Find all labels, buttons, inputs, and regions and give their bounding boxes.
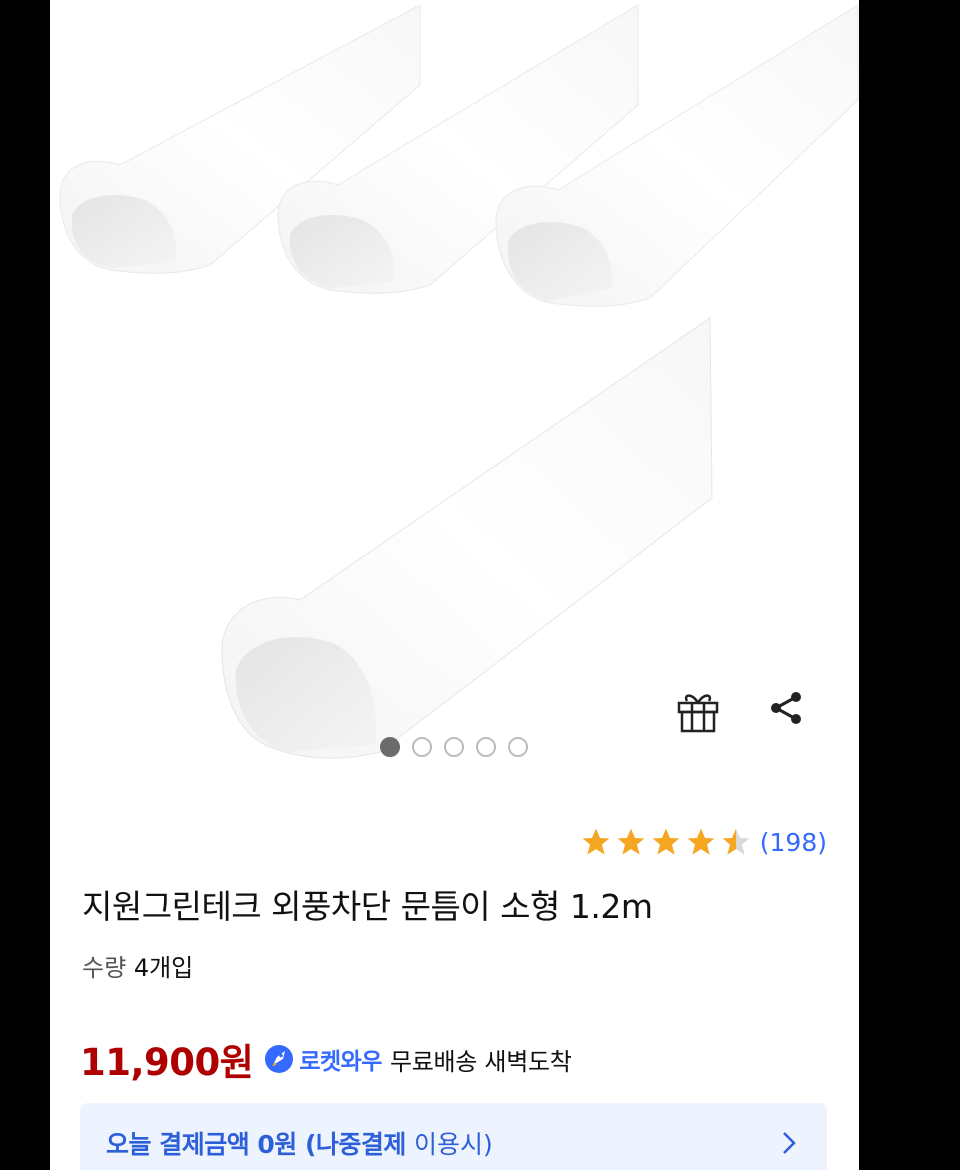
carousel-dot[interactable] bbox=[380, 737, 400, 757]
carousel-dot[interactable] bbox=[508, 737, 528, 757]
star-half-icon bbox=[722, 828, 750, 855]
carousel-dot[interactable] bbox=[476, 737, 496, 757]
product-image-gallery[interactable] bbox=[50, 0, 859, 790]
gift-icon bbox=[677, 694, 719, 733]
star-rating bbox=[580, 826, 752, 858]
rocket-wow-badge: 로켓와우 bbox=[263, 1042, 382, 1076]
quantity-value: 4개입 bbox=[133, 954, 194, 982]
product-page: (198) 지원그린테크 외풍차단 문틈이 소형 1.2m 수량 4개입 11,… bbox=[50, 0, 859, 1170]
shipping-info: 무료배송 새벽도착 bbox=[389, 1047, 572, 1076]
star-full-icon bbox=[687, 828, 715, 855]
product-title: 지원그린테크 외풍차단 문틈이 소형 1.2m bbox=[82, 887, 653, 926]
later-pay-headline: 오늘 결제금액 0원 (나중결제 bbox=[106, 1130, 406, 1159]
share-button[interactable] bbox=[766, 688, 822, 744]
quantity-info: 수량 4개입 bbox=[82, 948, 193, 983]
star-full-icon bbox=[652, 828, 680, 855]
carousel-indicator bbox=[380, 737, 528, 757]
product-rating[interactable]: (198) bbox=[580, 826, 827, 858]
review-count[interactable]: (198) bbox=[760, 828, 827, 857]
product-photo bbox=[59, 4, 859, 759]
chevron-right-icon bbox=[783, 1132, 796, 1154]
star-full-icon bbox=[617, 828, 645, 855]
share-icon bbox=[771, 692, 801, 724]
star-full-icon bbox=[582, 828, 610, 855]
price-row: 11,900원 로켓와우 무료배송 새벽도착 bbox=[80, 1032, 572, 1086]
carousel-dot[interactable] bbox=[412, 737, 432, 757]
gift-button[interactable] bbox=[675, 688, 731, 744]
price-amount: 11,900원 bbox=[80, 1041, 254, 1084]
later-pay-suffix: 이용시) bbox=[413, 1130, 493, 1159]
carousel-dot[interactable] bbox=[444, 737, 464, 757]
rocket-icon bbox=[265, 1045, 294, 1073]
rocket-wow-label: 로켓와우 bbox=[299, 1049, 382, 1075]
later-pay-banner[interactable]: 오늘 결제금액 0원 (나중결제 이용시) bbox=[80, 1103, 827, 1170]
quantity-label: 수량 bbox=[82, 954, 127, 982]
